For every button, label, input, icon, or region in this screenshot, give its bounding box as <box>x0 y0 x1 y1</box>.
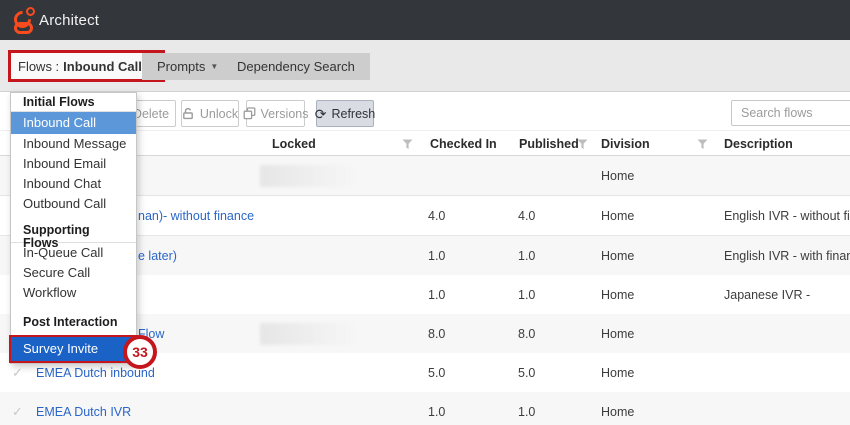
menu-section-header: Post Interaction <box>11 313 136 331</box>
menu-item-in-queue-call[interactable]: In-Queue Call <box>11 243 136 263</box>
published-cell: 5.0 <box>518 353 535 392</box>
published-cell: 4.0 <box>518 196 535 235</box>
division-cell: Home <box>601 275 634 314</box>
column-header-checked-in[interactable]: Checked In <box>430 131 497 157</box>
search-flows-input[interactable] <box>731 100 850 126</box>
dependency-search-button[interactable]: Dependency Search <box>222 53 370 80</box>
flow-type-dropdown-menu: Initial Flows Inbound Call Inbound Messa… <box>10 92 137 364</box>
app-title: Architect <box>39 12 99 29</box>
menu-item-secure-call[interactable]: Secure Call <box>11 263 136 283</box>
menu-item-inbound-chat[interactable]: Inbound Chat <box>11 174 136 194</box>
column-header-locked[interactable]: Locked <box>272 131 316 157</box>
table-row[interactable]: ✓ EMEA Dutch IVR 1.0 1.0 Home <box>0 392 850 425</box>
redacted-locked-value <box>260 165 358 187</box>
division-cell: Home <box>601 314 634 353</box>
architect-flows-screen: Architect Flows : Inbound Call ▲ Prompts… <box>0 0 850 425</box>
unlock-icon <box>182 107 195 120</box>
published-cell: 1.0 <box>518 275 535 314</box>
checked-in-cell: 4.0 <box>428 196 445 235</box>
refresh-button[interactable]: ⟳ Refresh <box>316 100 374 127</box>
menu-item-outbound-call[interactable]: Outbound Call <box>11 194 136 214</box>
checked-in-cell: 8.0 <box>428 314 445 353</box>
menu-item-workflow[interactable]: Workflow <box>11 283 136 303</box>
filter-icon[interactable] <box>577 139 588 150</box>
description-cell: English IVR - with finance <box>724 236 850 275</box>
filter-icon[interactable] <box>697 139 708 150</box>
flow-name-link[interactable]: e later) <box>138 236 177 275</box>
menu-item-inbound-call[interactable]: Inbound Call <box>11 112 136 134</box>
description-cell: English IVR - without finance <box>724 196 850 235</box>
menu-section-header: Supporting Flows <box>11 221 136 239</box>
genesys-logo-icon <box>13 7 37 34</box>
checked-in-cell: 1.0 <box>428 392 445 425</box>
division-cell: Home <box>601 196 634 235</box>
column-header-published[interactable]: Published <box>519 131 579 157</box>
checked-in-cell: 5.0 <box>428 353 445 392</box>
column-header-description[interactable]: Description <box>724 131 793 157</box>
description-cell: Japanese IVR - <box>724 275 810 314</box>
checked-in-cell: 1.0 <box>428 236 445 275</box>
flows-button-prefix: Flows : <box>18 59 59 74</box>
unlock-button[interactable]: Unlock <box>181 100 239 127</box>
versions-button[interactable]: Versions <box>246 100 305 127</box>
redacted-locked-value <box>260 323 358 345</box>
menu-section-header: Initial Flows <box>11 93 136 111</box>
flows-button-selected: Inbound Call <box>63 59 142 74</box>
menu-item-survey-invite[interactable]: Survey Invite <box>11 337 136 361</box>
menu-item-inbound-message[interactable]: Inbound Message <box>11 134 136 154</box>
row-check-icon: ✓ <box>12 392 23 425</box>
division-cell: Home <box>601 156 634 195</box>
annotation-step-badge: 33 <box>123 335 157 369</box>
published-cell: 1.0 <box>518 236 535 275</box>
menu-item-inbound-email[interactable]: Inbound Email <box>11 154 136 174</box>
app-header: Architect <box>0 0 850 40</box>
checked-in-cell: 1.0 <box>428 275 445 314</box>
filter-icon[interactable] <box>402 139 413 150</box>
refresh-icon: ⟳ <box>315 107 327 121</box>
prompts-dropdown-button[interactable]: Prompts ▼ <box>142 53 233 80</box>
main-toolbar: Flows : Inbound Call ▲ Prompts ▼ Depende… <box>0 40 850 92</box>
division-cell: Home <box>601 236 634 275</box>
column-header-division[interactable]: Division <box>601 131 650 157</box>
division-cell: Home <box>601 392 634 425</box>
versions-icon <box>243 107 256 120</box>
caret-down-icon: ▼ <box>210 63 218 71</box>
flow-name-link[interactable]: EMEA Dutch IVR <box>36 392 131 425</box>
published-cell: 8.0 <box>518 314 535 353</box>
published-cell: 1.0 <box>518 392 535 425</box>
flow-name-link[interactable]: nan)- without finance <box>138 196 254 235</box>
division-cell: Home <box>601 353 634 392</box>
